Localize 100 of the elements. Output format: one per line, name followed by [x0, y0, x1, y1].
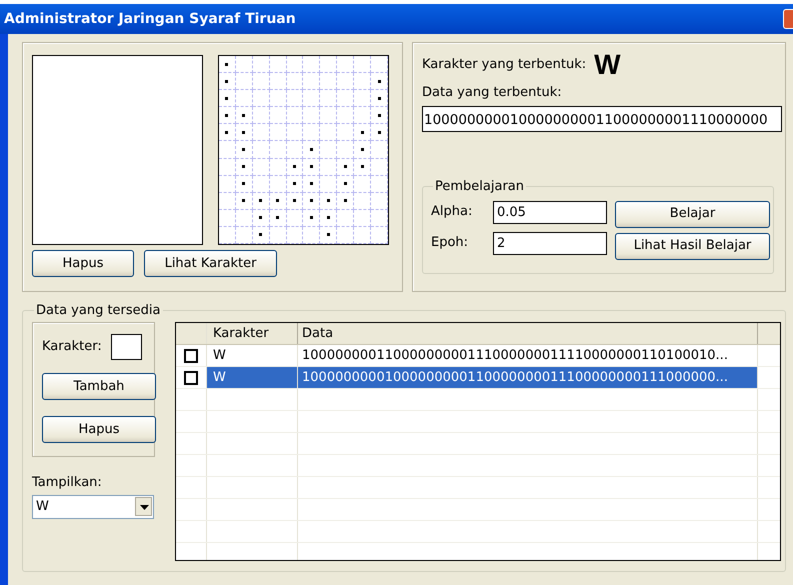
grid-cell[interactable]: [320, 56, 338, 74]
show-dropdown[interactable]: W: [32, 494, 154, 518]
grid-cell[interactable]: [219, 124, 236, 142]
grid-cell[interactable]: [252, 141, 270, 159]
grid-cell[interactable]: [354, 158, 372, 176]
character-field[interactable]: [110, 334, 142, 360]
grid-cell[interactable]: [219, 90, 236, 108]
grid-cell[interactable]: [286, 73, 304, 90]
grid-cell[interactable]: [337, 158, 354, 176]
grid-cell[interactable]: [371, 124, 388, 142]
grid-cell[interactable]: [270, 56, 287, 74]
grid-cell[interactable]: [270, 176, 287, 193]
grid-cell[interactable]: [303, 226, 320, 244]
grid-cell[interactable]: [252, 192, 270, 210]
grid-cell[interactable]: [337, 56, 354, 74]
grid-cell[interactable]: [354, 226, 372, 244]
grid-cell[interactable]: [320, 210, 338, 227]
column-header[interactable]: Karakter: [207, 323, 298, 344]
action-button[interactable]: Hapus: [42, 416, 156, 443]
row-checkbox[interactable]: [184, 348, 198, 362]
grid-cell[interactable]: [371, 56, 388, 74]
grid-cell[interactable]: [371, 176, 388, 193]
grid-cell[interactable]: [371, 73, 388, 90]
grid-cell[interactable]: [354, 192, 372, 210]
grid-cell[interactable]: [236, 210, 253, 227]
grid-cell[interactable]: [286, 192, 304, 210]
grid-cell[interactable]: [286, 226, 304, 244]
grid-cell[interactable]: [236, 141, 253, 159]
grid-cell[interactable]: [337, 90, 354, 108]
grid-cell[interactable]: [303, 141, 320, 159]
grid-cell[interactable]: [337, 176, 354, 193]
grid-cell[interactable]: [303, 124, 320, 142]
grid-cell[interactable]: [252, 56, 270, 74]
grid-cell[interactable]: [303, 73, 320, 90]
grid-cell[interactable]: [219, 56, 236, 74]
action-button[interactable]: Hapus: [32, 250, 134, 277]
row-checkbox[interactable]: [184, 370, 198, 384]
column-header[interactable]: Data: [298, 323, 758, 344]
grid-cell[interactable]: [320, 90, 338, 108]
grid-cell[interactable]: [286, 210, 304, 227]
grid-cell[interactable]: [371, 192, 388, 210]
action-button[interactable]: Tambah: [42, 373, 156, 400]
grid-cell[interactable]: [371, 141, 388, 159]
grid-cell[interactable]: [270, 158, 287, 176]
grid-cell[interactable]: [219, 107, 236, 124]
grid-cell[interactable]: [320, 226, 338, 244]
grid-cell[interactable]: [320, 158, 338, 176]
grid-cell[interactable]: [320, 192, 338, 210]
grid-cell[interactable]: [252, 73, 270, 90]
grid-cell[interactable]: [270, 226, 287, 244]
grid-cell[interactable]: [219, 192, 236, 210]
grid-cell[interactable]: [236, 226, 253, 244]
drawing-canvas[interactable]: [32, 55, 203, 245]
grid-cell[interactable]: [286, 158, 304, 176]
grid-cell[interactable]: [219, 226, 236, 244]
grid-cell[interactable]: [320, 124, 338, 142]
grid-cell[interactable]: [354, 90, 372, 108]
grid-cell[interactable]: [219, 141, 236, 159]
grid-cell[interactable]: [236, 73, 253, 90]
grid-cell[interactable]: [252, 226, 270, 244]
grid-cell[interactable]: [270, 73, 287, 90]
grid-cell[interactable]: [270, 141, 287, 159]
grid-cell[interactable]: [371, 210, 388, 227]
grid-cell[interactable]: [337, 192, 354, 210]
grid-cell[interactable]: [354, 176, 372, 193]
grid-cell[interactable]: [252, 107, 270, 124]
grid-cell[interactable]: [337, 210, 354, 227]
grid-cell[interactable]: [371, 226, 388, 244]
grid-cell[interactable]: [303, 56, 320, 74]
grid-cell[interactable]: [371, 107, 388, 124]
grid-cell[interactable]: [270, 107, 287, 124]
grid-cell[interactable]: [270, 210, 287, 227]
grid-cell[interactable]: [252, 176, 270, 193]
grid-cell[interactable]: [303, 90, 320, 108]
grid-cell[interactable]: [236, 107, 253, 124]
action-button[interactable]: Belajar: [615, 200, 770, 228]
grid-cell[interactable]: [320, 107, 338, 124]
grid-cell[interactable]: [286, 90, 304, 108]
grid-cell[interactable]: [320, 141, 338, 159]
grid-cell[interactable]: [303, 210, 320, 227]
grid-cell[interactable]: [236, 176, 253, 193]
grid-cell[interactable]: [337, 141, 354, 159]
grid-cell[interactable]: [219, 158, 236, 176]
grid-cell[interactable]: [303, 176, 320, 193]
grid-cell[interactable]: [354, 210, 372, 227]
data-field[interactable]: 1000000000100000000011000000001110000000: [422, 106, 782, 132]
table-row[interactable]: W 10000000001000000000110000000011100000000111000000...: [176, 367, 780, 389]
grid-cell[interactable]: [270, 124, 287, 142]
grid-cell[interactable]: [286, 176, 304, 193]
grid-cell[interactable]: [236, 90, 253, 108]
grid-cell[interactable]: [236, 158, 253, 176]
grid-cell[interactable]: [270, 192, 287, 210]
grid-cell[interactable]: [371, 158, 388, 176]
alpha-field[interactable]: 0.05: [493, 200, 607, 224]
grid-cell[interactable]: [303, 158, 320, 176]
close-button[interactable]: [783, 9, 793, 29]
grid-cell[interactable]: [337, 124, 354, 142]
grid-cell[interactable]: [354, 124, 372, 142]
grid-cell[interactable]: [286, 141, 304, 159]
grid-cell[interactable]: [354, 56, 372, 74]
